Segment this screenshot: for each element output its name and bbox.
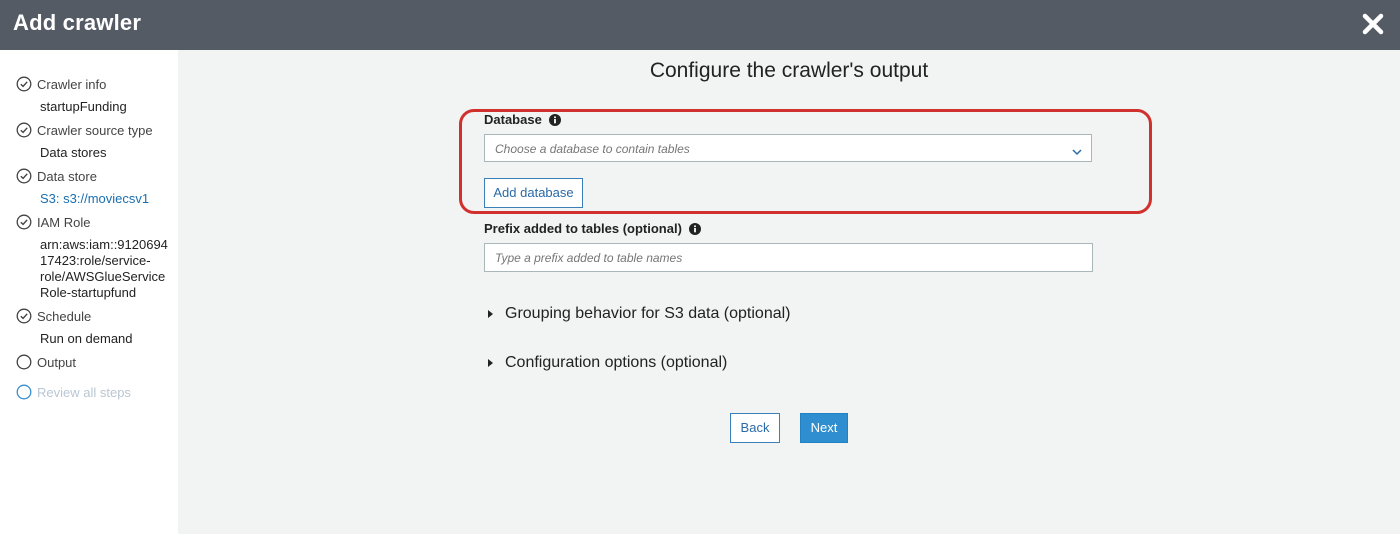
main-content: Configure the crawler's output Database … xyxy=(178,50,1400,534)
database-select[interactable]: Choose a database to contain tables xyxy=(484,134,1092,162)
database-select-placeholder: Choose a database to contain tables xyxy=(495,142,690,156)
expander-label: Configuration options (optional) xyxy=(505,354,728,371)
step-value: startupFunding xyxy=(40,99,127,114)
step-label: IAM Role xyxy=(37,214,91,230)
step-iam-role[interactable]: IAM Role xyxy=(16,214,90,230)
step-label: Review all steps xyxy=(37,384,131,400)
prefix-label: Prefix added to tables (optional) xyxy=(484,221,701,236)
prefix-label-text: Prefix added to tables (optional) xyxy=(484,221,682,236)
step-value-link[interactable]: S3: s3://moviecsv1 xyxy=(40,191,149,207)
step-crawler-info[interactable]: Crawler info xyxy=(16,76,106,92)
step-value: Run on demand xyxy=(40,331,133,346)
chevron-down-icon xyxy=(1071,144,1083,156)
expander-label: Grouping behavior for S3 data (optional) xyxy=(505,305,791,322)
check-circle-icon xyxy=(16,168,32,184)
check-circle-icon xyxy=(16,214,32,230)
step-value: Data stores xyxy=(40,145,107,160)
step-crawler-source-type[interactable]: Crawler source type xyxy=(16,122,153,138)
back-button[interactable]: Back xyxy=(730,413,780,443)
step-output[interactable]: Output xyxy=(16,354,76,370)
database-label: Database xyxy=(484,112,561,127)
close-icon[interactable] xyxy=(1358,9,1388,39)
step-label: Crawler source type xyxy=(37,122,153,138)
wizard-steps-sidebar: Crawler info startupFunding Crawler sour… xyxy=(0,50,178,534)
info-icon[interactable] xyxy=(688,222,701,235)
empty-circle-icon xyxy=(16,354,32,370)
step-value-line: arn:aws:iam::9120694 xyxy=(40,237,168,252)
step-label: Crawler info xyxy=(37,76,107,92)
check-circle-icon xyxy=(16,76,32,92)
step-data-store[interactable]: Data store xyxy=(16,168,97,184)
caret-right-icon xyxy=(488,310,493,318)
check-circle-icon xyxy=(16,122,32,138)
step-label: Output xyxy=(37,354,77,370)
caret-right-icon xyxy=(488,359,493,367)
modal-header: Add crawler xyxy=(0,0,1400,50)
check-circle-icon xyxy=(16,308,32,324)
next-button[interactable]: Next xyxy=(800,413,848,443)
step-value-line: 17423:role/service- xyxy=(40,253,151,268)
grouping-behavior-expander[interactable]: Grouping behavior for S3 data (optional) xyxy=(488,305,791,323)
modal-title: Add crawler xyxy=(13,10,142,35)
database-label-text: Database xyxy=(484,112,542,127)
add-database-button[interactable]: Add database xyxy=(484,178,583,208)
page-title: Configure the crawler's output xyxy=(649,59,929,82)
prefix-input[interactable]: Type a prefix added to table names xyxy=(484,243,1093,272)
step-value-line: role/AWSGlueService xyxy=(40,269,166,284)
prefix-input-placeholder: Type a prefix added to table names xyxy=(495,251,683,265)
info-icon[interactable] xyxy=(548,113,561,126)
step-value-line: Role-startupfund xyxy=(40,285,137,300)
step-label: Data store xyxy=(37,168,97,184)
step-review-all-steps: Review all steps xyxy=(16,384,131,400)
empty-circle-icon xyxy=(16,384,32,400)
step-label: Schedule xyxy=(37,308,92,324)
step-schedule[interactable]: Schedule xyxy=(16,308,91,324)
configuration-options-expander[interactable]: Configuration options (optional) xyxy=(488,354,727,372)
